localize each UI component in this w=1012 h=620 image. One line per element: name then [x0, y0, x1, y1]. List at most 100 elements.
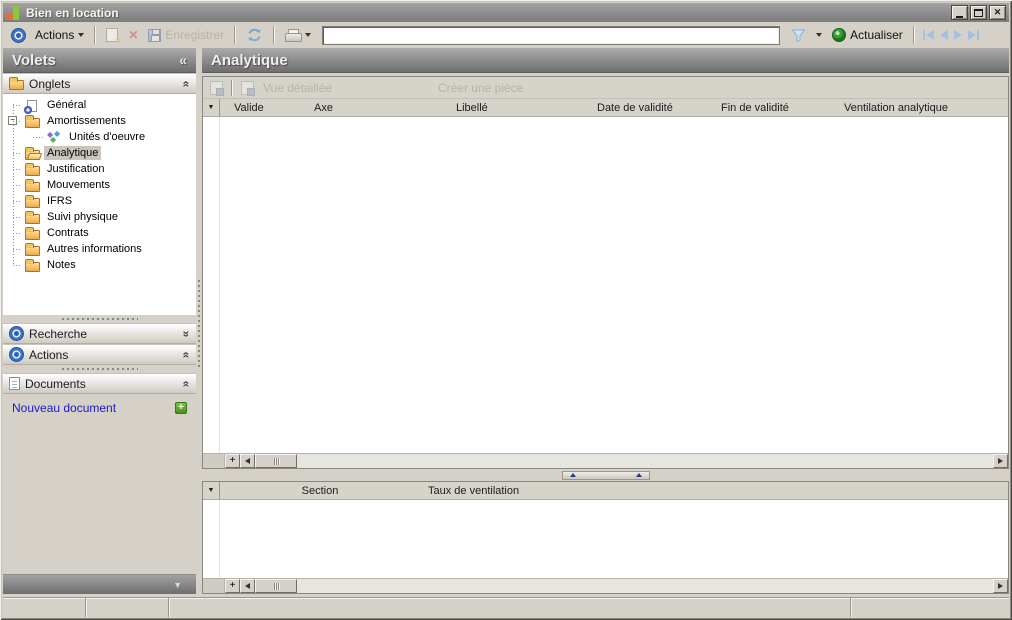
column-header-axe[interactable]: Axe [308, 99, 448, 116]
chevron-up-double-icon[interactable]: « [180, 380, 194, 387]
scroll-right-button[interactable] [993, 454, 1008, 468]
add-document-button[interactable]: + [175, 402, 187, 414]
first-record-arrow-icon [925, 30, 934, 40]
tree-item-ifrs[interactable]: IFRS [3, 193, 196, 209]
status-cell [169, 598, 851, 617]
footer-down-arrow-icon: ▼ [173, 579, 182, 590]
tree-item-autres-informations[interactable]: Autres informations [3, 241, 196, 257]
section-header-documents[interactable]: Documents « [3, 373, 196, 394]
save-button[interactable]: Enregistrer [143, 26, 229, 44]
chevron-up-double-icon[interactable]: « [180, 80, 194, 87]
scrollbar-corner [203, 454, 225, 468]
section-header-onglets[interactable]: Onglets « [3, 73, 196, 94]
column-header-libelle[interactable]: Libellé [448, 99, 591, 116]
chevron-up-double-icon[interactable]: « [180, 351, 194, 358]
save-icon [148, 28, 162, 42]
refresh-data-button[interactable]: Actualiser [827, 26, 908, 44]
section-header-actions[interactable]: Actions « [3, 344, 196, 365]
print-button[interactable] [280, 27, 316, 44]
column-header-date-validite[interactable]: Date de validité [591, 99, 715, 116]
minimize-icon [956, 15, 963, 18]
detail-icon-button[interactable] [208, 80, 225, 96]
new-button[interactable]: ★ [101, 26, 123, 45]
creer-piece-label: Créer une pièce [437, 80, 524, 95]
grid-options-button[interactable]: ▼ [203, 482, 220, 499]
status-cell [3, 598, 86, 617]
tree-item-general[interactable]: Général [3, 97, 196, 114]
scrollbar-thumb[interactable] [255, 579, 297, 593]
sidebar-section-splitter[interactable] [3, 365, 196, 373]
section-header-recherche[interactable]: Recherche » [3, 323, 196, 344]
scroll-left-button[interactable] [240, 579, 255, 593]
actualiser-icon [832, 28, 847, 42]
refresh-button[interactable] [241, 25, 268, 45]
filter-button[interactable] [786, 26, 811, 45]
scrollbar-track[interactable] [255, 454, 993, 468]
scrollbar-thumb[interactable] [255, 454, 297, 468]
scroll-right-button[interactable] [993, 579, 1008, 593]
chevron-down-double-icon[interactable]: » [180, 330, 194, 337]
delete-button[interactable]: ✕ [123, 27, 143, 43]
tree-item-suivi-physique[interactable]: Suivi physique [3, 209, 196, 225]
grid-options-button[interactable]: ▼ [203, 99, 220, 116]
grid-body-empty[interactable] [203, 117, 1008, 453]
sidebar-collapse-button[interactable]: « [179, 52, 187, 68]
tree-item-notes[interactable]: Notes [3, 257, 196, 273]
bottom-horizontal-scrollbar: + [203, 578, 1008, 593]
folder-icon [24, 178, 40, 192]
star-icon: ★ [114, 35, 123, 45]
column-header-fin-validite[interactable]: Fin de validité [715, 99, 838, 116]
add-row-button[interactable]: + [225, 454, 240, 468]
next-record-button[interactable] [951, 28, 965, 42]
row-indicator-column [203, 500, 220, 578]
app-window: Bien en location ✕ Actions ★ ✕ Enregistr… [0, 0, 1012, 620]
status-bar [3, 597, 1009, 617]
maximize-button[interactable] [970, 5, 987, 20]
last-record-button[interactable] [965, 28, 982, 42]
new-document-link[interactable]: Nouveau document [12, 401, 116, 415]
add-row-button[interactable]: + [225, 579, 240, 593]
column-header-taux[interactable]: Taux de ventilation [420, 482, 1008, 499]
tree-item-mouvements[interactable]: Mouvements [3, 177, 196, 193]
app-icon [6, 5, 20, 21]
first-record-button[interactable] [920, 28, 937, 42]
close-button[interactable]: ✕ [989, 5, 1006, 20]
column-header-valide[interactable]: Valide [220, 99, 308, 116]
folder-icon [24, 242, 40, 256]
tabs-tree: Général − Amortissements Unités d'oeuvre… [3, 94, 196, 315]
previous-record-icon [939, 30, 948, 40]
main-toolbar: Actions ★ ✕ Enregistrer Actualiser [3, 22, 1009, 48]
scroll-left-icon [245, 583, 250, 589]
search-input[interactable] [322, 25, 781, 45]
minimize-button[interactable] [951, 5, 968, 20]
scrollbar-track[interactable] [255, 579, 993, 593]
splitter-collapse-button[interactable] [561, 470, 650, 480]
maximize-icon [974, 8, 983, 17]
creer-piece-button[interactable]: Créer une pièce [340, 80, 531, 96]
sidebar-section-splitter[interactable] [3, 315, 196, 323]
filter-dropdown-button[interactable] [811, 31, 827, 39]
tree-item-justification[interactable]: Justification [3, 161, 196, 177]
tree-item-contrats[interactable]: Contrats [3, 225, 196, 241]
last-record-arrow-icon [967, 30, 976, 40]
filter-dropdown-arrow-icon [816, 33, 823, 37]
vue-detaillee-button[interactable]: Vue détaillée [239, 80, 340, 96]
tree-item-analytique[interactable]: Analytique [3, 145, 196, 161]
tree-item-unites-oeuvre[interactable]: Unités d'oeuvre [3, 129, 196, 145]
tree-item-amortissements[interactable]: − Amortissements [3, 113, 196, 129]
column-header-ventilation[interactable]: Ventilation analytique [838, 99, 1008, 116]
tree-item-label: Suivi physique [47, 211, 118, 223]
previous-record-button[interactable] [937, 28, 951, 42]
sidebar-footer-bar[interactable]: ▼ [3, 574, 196, 594]
folder-icon [9, 77, 24, 90]
new-page-icon: ★ [106, 28, 122, 45]
column-header-section[interactable]: Section [220, 482, 420, 499]
page-gear-icon [24, 99, 37, 114]
bottom-grid-body-empty[interactable] [203, 500, 1008, 578]
folder-icon [24, 210, 40, 224]
scroll-right-icon [998, 458, 1003, 464]
actions-menu-button[interactable]: Actions [30, 26, 89, 44]
panel-splitter[interactable] [202, 469, 1009, 481]
scroll-left-button[interactable] [240, 454, 255, 468]
row-indicator-column [203, 117, 220, 453]
